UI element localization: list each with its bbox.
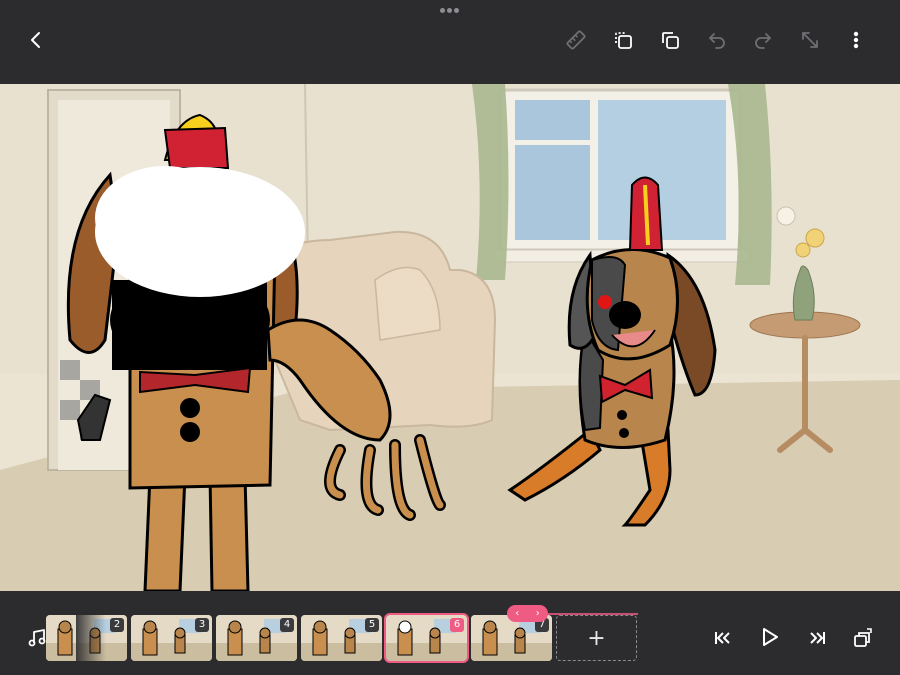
skip-to-end-icon bbox=[810, 632, 825, 644]
layers-icon bbox=[854, 628, 872, 647]
layers-button[interactable] bbox=[846, 621, 880, 655]
plus-icon: + bbox=[587, 625, 606, 651]
drawing-canvas[interactable] bbox=[0, 84, 900, 591]
frame-number-badge: 2 bbox=[110, 618, 124, 632]
copy-icon bbox=[662, 32, 679, 49]
frame-number-badge: 3 bbox=[195, 618, 209, 632]
duplicate-frame-icon bbox=[615, 32, 632, 49]
redo-icon bbox=[755, 33, 771, 49]
playback-range-handle[interactable]: ‹ › bbox=[507, 605, 548, 622]
add-frame-button[interactable]: + bbox=[556, 615, 637, 661]
skip-to-start-icon bbox=[715, 632, 730, 644]
copy-button[interactable] bbox=[652, 22, 688, 58]
redo-button[interactable] bbox=[745, 22, 781, 58]
ruler-button[interactable] bbox=[558, 22, 594, 58]
range-next-icon: › bbox=[535, 608, 540, 619]
play-icon bbox=[763, 628, 778, 646]
undo-icon bbox=[709, 33, 725, 49]
back-button[interactable] bbox=[18, 22, 54, 58]
go-to-last-button[interactable] bbox=[800, 621, 834, 655]
music-note-icon bbox=[28, 629, 46, 647]
frame-thumbnail[interactable]: 3 bbox=[131, 615, 212, 661]
chevron-left-icon bbox=[31, 32, 40, 48]
frame-thumbnail[interactable]: 4 bbox=[216, 615, 297, 661]
undo-button[interactable] bbox=[699, 22, 735, 58]
frame-number-badge: 6 bbox=[450, 618, 464, 632]
duplicate-frame-button[interactable] bbox=[605, 22, 641, 58]
more-icon bbox=[853, 31, 859, 49]
more-button[interactable] bbox=[838, 22, 874, 58]
frame-number-badge: 4 bbox=[280, 618, 294, 632]
drag-handle-icon[interactable] bbox=[440, 8, 460, 14]
frame-thumbnail[interactable]: 6 bbox=[384, 613, 469, 663]
timeline-bar: 234567 ‹ › + bbox=[0, 591, 900, 675]
play-button[interactable] bbox=[752, 620, 786, 654]
resize-icon bbox=[802, 32, 818, 48]
go-to-first-button[interactable] bbox=[706, 621, 740, 655]
ruler-icon bbox=[566, 30, 586, 50]
frame-thumbnail[interactable]: 2 bbox=[46, 615, 127, 661]
top-toolbar bbox=[0, 0, 900, 84]
frame-number-badge: 5 bbox=[365, 618, 379, 632]
resize-button[interactable] bbox=[792, 22, 828, 58]
range-prev-icon: ‹ bbox=[515, 608, 520, 619]
canvas-artwork bbox=[0, 84, 900, 591]
frame-thumbnail[interactable]: 5 bbox=[301, 615, 382, 661]
